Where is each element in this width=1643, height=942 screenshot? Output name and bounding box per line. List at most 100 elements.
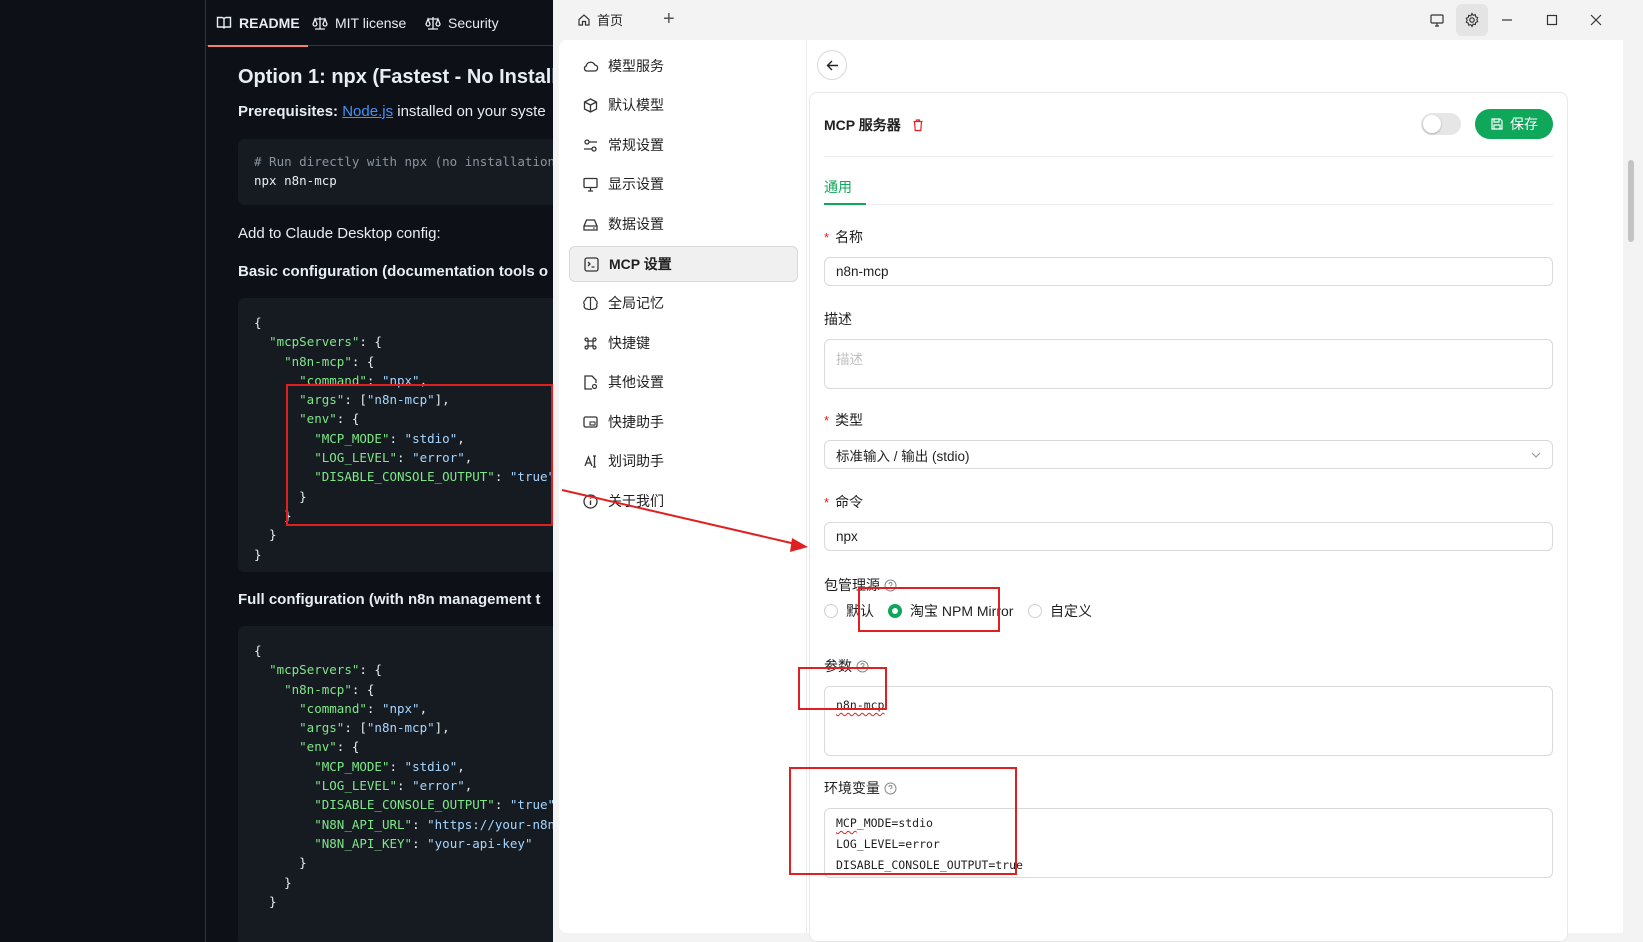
required-mark: *	[824, 494, 830, 510]
sidebar-label: 其他设置	[608, 374, 664, 390]
save-label: 保存	[1510, 116, 1538, 132]
card-title-text: MCP 服务器	[824, 117, 901, 133]
scrollbar[interactable]	[1626, 40, 1636, 933]
terminal-icon	[584, 256, 599, 272]
github-readme-panel: README MIT license Security Option 1: np…	[0, 0, 553, 942]
tab-general[interactable]: 通用	[824, 177, 852, 197]
highlight-box-args	[798, 667, 887, 710]
monitor-icon	[1430, 14, 1444, 27]
maximize-icon	[1546, 14, 1558, 26]
type-value: 标准输入 / 输出 (stdio)	[836, 448, 970, 464]
text-select-icon	[584, 454, 596, 468]
minimize-icon	[1502, 19, 1512, 21]
sidebar-label: 默认模型	[608, 97, 664, 113]
name-label: * 名称	[824, 229, 864, 245]
settings-window: 首页 + 模型服务 默认模型 常规设置 显示设置 数据设置 MCP 设置 全局记…	[553, 0, 1643, 942]
close-button[interactable]	[1580, 4, 1612, 36]
type-label: * 类型	[824, 412, 864, 428]
tab-security[interactable]: Security	[425, 0, 499, 46]
divider	[824, 156, 1553, 157]
home-icon	[578, 13, 590, 26]
scroll-thumb[interactable]	[1628, 160, 1634, 242]
sidebar-label: 常规设置	[608, 137, 664, 153]
highlight-box-config	[286, 384, 553, 526]
gear-icon	[1465, 12, 1479, 28]
command-label: * 命令	[824, 494, 864, 510]
full-config-title: Full configuration (with n8n management …	[238, 591, 541, 608]
arrow-left-icon	[826, 60, 838, 70]
sidebar-label: 模型服务	[608, 58, 664, 74]
highlight-box-env	[789, 767, 1017, 875]
add-config-text: Add to Claude Desktop config:	[238, 225, 441, 242]
command-input[interactable]: npx	[824, 522, 1553, 551]
command-icon	[584, 336, 597, 350]
sidebar-label: 快捷键	[608, 335, 650, 351]
maximize-button[interactable]	[1536, 4, 1568, 36]
divider	[824, 204, 1553, 205]
sidebar-label: MCP 设置	[609, 256, 672, 272]
args-input[interactable]: n8n-mcp	[824, 686, 1553, 756]
radio-dot	[1028, 604, 1042, 618]
book-icon	[216, 16, 232, 29]
radio-dot	[824, 604, 838, 618]
description-label: 描述	[824, 311, 852, 327]
sidebar-label: 数据设置	[608, 216, 664, 232]
sidebar-item-mcp[interactable]: MCP 设置	[569, 246, 798, 282]
required-mark: *	[824, 412, 830, 428]
sidebar-item-memory[interactable]: 全局记忆	[569, 285, 798, 321]
tab-home[interactable]: 首页	[577, 10, 623, 29]
back-button[interactable]	[817, 50, 847, 80]
prereq-label: Prerequisites:	[238, 103, 339, 120]
sidebar-label: 快捷助手	[608, 414, 664, 430]
section-heading: Option 1: npx (Fastest - No Installat	[238, 66, 553, 88]
description-input[interactable]: 描述	[824, 339, 1553, 389]
info-icon	[583, 493, 598, 509]
description-placeholder: 描述	[836, 352, 863, 367]
panel-icon	[583, 415, 598, 428]
sidebar-label: 关于我们	[608, 493, 664, 509]
prereq-rest: installed on your syste	[397, 103, 546, 120]
basic-config-title: Basic configuration (documentation tools…	[238, 263, 549, 280]
sidebar-label: 全局记忆	[608, 295, 664, 311]
tab-readme[interactable]: README	[208, 0, 308, 47]
nodejs-link[interactable]: Node.js	[342, 103, 393, 120]
sidebar-item-about[interactable]: 关于我们	[569, 483, 798, 519]
sidebar-item-general[interactable]: 常规设置	[569, 127, 798, 163]
cube-icon	[583, 97, 598, 113]
chevron-down-icon	[1531, 452, 1541, 458]
highlight-box-registry	[858, 587, 1000, 632]
tab-home-label: 首页	[597, 13, 624, 28]
sidebar-label: 划词助手	[608, 453, 664, 469]
sidebar-item-default-model[interactable]: 默认模型	[569, 87, 798, 123]
sidebar-item-quick-assistant[interactable]: 快捷助手	[569, 404, 798, 440]
save-button[interactable]: 保存	[1475, 109, 1553, 139]
brain-icon	[583, 296, 598, 310]
sidebar-item-shortcuts[interactable]: 快捷键	[569, 325, 798, 361]
monitor-icon	[583, 177, 598, 192]
sliders-icon	[584, 138, 597, 152]
code-block-full[interactable]: { "mcpServers": { "n8n-mcp": { "command"…	[238, 626, 553, 942]
server-enable-toggle[interactable]	[1421, 113, 1461, 135]
sidebar-item-other[interactable]: 其他设置	[569, 364, 798, 400]
scale-icon	[425, 17, 441, 30]
trash-icon[interactable]	[911, 118, 925, 132]
sidebar-item-data[interactable]: 数据设置	[569, 206, 798, 242]
new-tab-button[interactable]: +	[663, 9, 675, 29]
sidebar-item-display[interactable]: 显示设置	[569, 166, 798, 202]
tab-indicator	[824, 203, 866, 205]
tab-mit-license[interactable]: MIT license	[312, 0, 406, 46]
name-input[interactable]: n8n-mcp	[824, 257, 1553, 286]
readme-tabs: README MIT license Security	[206, 0, 553, 47]
settings-button[interactable]	[1456, 4, 1488, 36]
save-icon	[1491, 118, 1503, 130]
drive-icon	[583, 218, 598, 231]
code-block-install[interactable]: # Run directly with npx (no installation…	[238, 139, 553, 205]
sidebar-item-model-service[interactable]: 模型服务	[569, 48, 798, 84]
tab-label: MIT license	[335, 15, 407, 31]
registry-option-custom[interactable]: 自定义	[1028, 601, 1092, 621]
mini-window-button[interactable]	[1421, 4, 1453, 36]
minimize-button[interactable]	[1491, 4, 1523, 36]
tab-label: README	[239, 15, 300, 31]
sidebar-item-selection-assistant[interactable]: 划词助手	[569, 443, 798, 479]
type-select[interactable]: 标准输入 / 输出 (stdio)	[824, 440, 1553, 469]
